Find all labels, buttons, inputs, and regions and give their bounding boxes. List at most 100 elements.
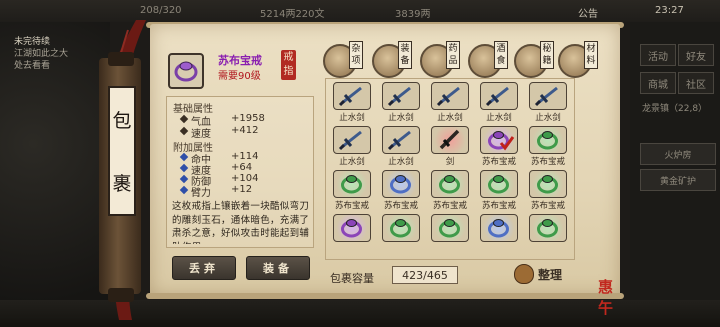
inventory-slot[interactable] — [333, 126, 371, 154]
inventory-slot[interactable] — [333, 214, 371, 242]
sword-icon — [338, 130, 362, 151]
category-label: 药品 — [446, 41, 460, 69]
category-label-char: 装 — [400, 44, 410, 54]
shop-button[interactable]: 商城 — [640, 72, 676, 94]
checkmark-icon — [499, 136, 515, 151]
selected-item-slot — [168, 53, 204, 89]
base-stat-row: 速度 +412 — [179, 125, 258, 140]
announce-link[interactable]: 公告 — [578, 5, 598, 20]
stat-value: +1958 — [231, 113, 265, 124]
stat-value: +114 — [231, 151, 259, 162]
category-label-char: 籍 — [542, 56, 552, 66]
community-button[interactable]: 社区 — [678, 72, 714, 94]
seal-char-2: 指 — [283, 66, 294, 77]
slot-label: 苏布宝戒 — [383, 201, 418, 211]
category-label-char: 食 — [496, 56, 506, 66]
capacity-value: 423/465 — [392, 266, 458, 284]
skill-button-2[interactable]: 黄金矿护 — [640, 169, 716, 191]
ring-icon — [537, 131, 558, 150]
category-label-char: 品 — [448, 56, 458, 66]
slot-label: 剑 — [445, 157, 455, 167]
stamp-text: 惠午 — [598, 278, 614, 317]
category-label: 秘籍 — [540, 41, 554, 69]
activity-button[interactable]: 活动 — [640, 44, 676, 66]
inventory-slot[interactable] — [480, 170, 518, 198]
bag-title-char-2: 裹 — [112, 173, 132, 195]
inventory-slot[interactable] — [382, 214, 420, 242]
ring-icon — [488, 219, 509, 238]
scroll-cap-top — [108, 52, 134, 66]
stat-name: 臂力 — [191, 188, 211, 199]
item-description: 这枚戒指上镶嵌着一块酷似弯刀的雕刻玉石，通体暗色，充满了肃杀之意，好似攻击时能起… — [172, 201, 310, 244]
slot-label: 止水剑 — [388, 157, 414, 167]
inventory-slot[interactable] — [529, 82, 567, 110]
ring-icon — [488, 175, 509, 194]
inventory-slot[interactable] — [529, 126, 567, 154]
inventory-slot[interactable] — [431, 214, 469, 242]
ring-icon — [439, 175, 460, 194]
location-label: 龙景镇（22,8） — [642, 104, 708, 114]
stat-value: +64 — [231, 162, 253, 173]
ring-icon — [341, 219, 362, 238]
category-label-char: 材 — [586, 44, 596, 54]
dark-sword-icon — [439, 129, 460, 150]
capacity-label: 包裹容量 — [330, 272, 374, 285]
diamond-icon — [179, 174, 189, 184]
equip-button[interactable]: 装备 — [246, 256, 310, 280]
category-label-char: 杂 — [351, 44, 361, 54]
inventory-slot[interactable] — [480, 214, 518, 242]
slot-label: 止水剑 — [535, 113, 561, 123]
inventory-slot[interactable] — [431, 82, 469, 110]
slot-label: 苏布宝戒 — [432, 201, 467, 211]
inventory-slot[interactable] — [529, 214, 567, 242]
slot-label: 止水剑 — [339, 157, 365, 167]
slot-label: 止水剑 — [437, 113, 463, 123]
inventory-slot[interactable] — [333, 170, 371, 198]
top-money-a: 5214两220文 — [260, 9, 325, 20]
diamond-icon — [179, 163, 189, 173]
inventory-slot[interactable] — [333, 82, 371, 110]
quest-line-1: 江湖如此之大 — [14, 49, 69, 59]
item-type-seal: 戒 指 — [281, 50, 296, 80]
friends-button[interactable]: 好友 — [678, 44, 714, 66]
diamond-icon — [179, 114, 189, 124]
category-label-char: 酒 — [496, 44, 506, 54]
category-label: 杂项 — [349, 41, 363, 69]
inventory-slot[interactable] — [431, 126, 469, 154]
category-label-char: 备 — [400, 56, 410, 66]
quest-tracker[interactable]: 未完待续 江湖如此之大 处去看看 — [14, 36, 94, 72]
inventory-slot[interactable] — [480, 126, 518, 154]
item-requirement: 需要90级 — [218, 71, 261, 82]
item-name: 苏布宝戒 — [218, 54, 262, 67]
stamp-logo: 惠午 — [598, 276, 624, 317]
inventory-slot[interactable] — [382, 126, 420, 154]
diamond-icon — [179, 185, 189, 195]
ring-icon — [537, 175, 558, 194]
inventory-slot[interactable] — [382, 82, 420, 110]
sword-icon — [387, 130, 411, 151]
skill-button-1[interactable]: 火炉房 — [640, 143, 716, 165]
slot-label: 苏布宝戒 — [334, 201, 369, 211]
quest-title: 未完待续 — [14, 37, 51, 47]
bag-title-char-1: 包 — [112, 110, 132, 132]
inventory-slot[interactable] — [529, 170, 567, 198]
diamond-icon — [179, 152, 189, 162]
category-label: 酒食 — [494, 41, 508, 69]
extra-stat-row: 臂力 +12 — [179, 184, 252, 199]
sword-icon — [534, 86, 558, 107]
sword-icon — [338, 86, 362, 107]
inventory-slot[interactable] — [431, 170, 469, 198]
slot-label: 止水剑 — [486, 113, 512, 123]
stat-value: +412 — [231, 125, 259, 136]
diamond-icon — [179, 126, 189, 136]
inventory-slot[interactable] — [480, 82, 518, 110]
quest-line-2: 处去看看 — [14, 61, 51, 71]
discard-button[interactable]: 丢弃 — [172, 256, 236, 280]
category-label: 材料 — [584, 41, 598, 69]
sword-icon — [485, 86, 509, 107]
top-stat-a: 208/320 — [140, 5, 182, 16]
inventory-slot[interactable] — [382, 170, 420, 198]
category-label-char: 秘 — [542, 44, 552, 54]
clock-time: 23:27 — [655, 5, 684, 16]
sort-button[interactable]: 整理 — [514, 262, 576, 286]
